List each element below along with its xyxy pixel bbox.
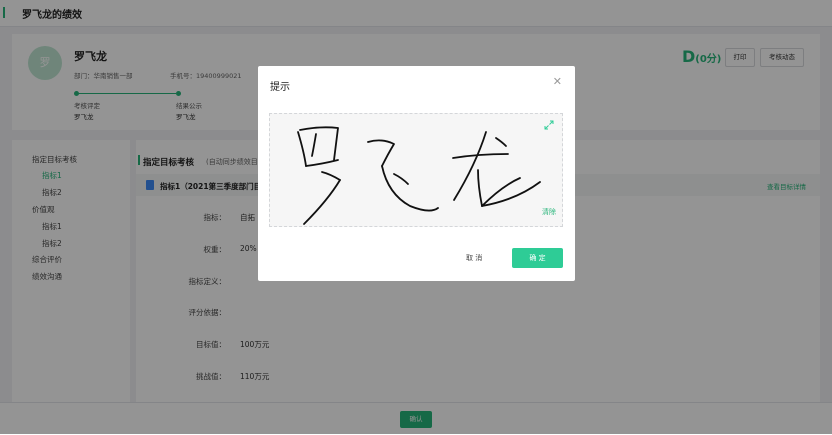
dialog-title: 提示 bbox=[270, 82, 290, 93]
expand-icon[interactable] bbox=[544, 120, 554, 132]
ok-button[interactable]: 确 定 bbox=[512, 248, 563, 268]
clear-signature-link[interactable]: 清除 bbox=[542, 207, 556, 217]
signature-strokes bbox=[297, 126, 541, 225]
signature-pad[interactable]: 清除 bbox=[269, 113, 563, 227]
signature-dialog: 提示 ✕ 清除 取 消 确 定 bbox=[258, 66, 575, 281]
cancel-button[interactable]: 取 消 bbox=[466, 253, 482, 263]
close-icon[interactable]: ✕ bbox=[553, 75, 562, 88]
